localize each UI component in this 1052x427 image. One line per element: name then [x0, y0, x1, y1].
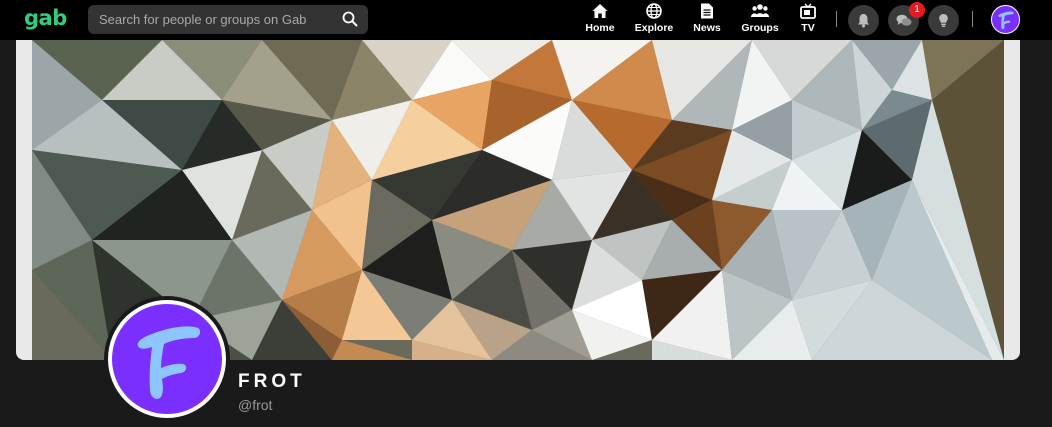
nav-home-label: Home	[585, 22, 615, 34]
avatar-ring	[108, 300, 226, 418]
nav-tv[interactable]: TV	[796, 0, 820, 40]
top-navigation-bar: gab Home Explore News	[0, 0, 1052, 40]
profile-display-name: FROT	[238, 371, 306, 392]
avatar-f-glyph	[137, 326, 201, 399]
nav-divider	[972, 11, 973, 27]
globe-icon	[646, 3, 662, 19]
avatar-image	[112, 304, 222, 414]
lightbulb-icon	[939, 14, 948, 27]
home-icon	[592, 4, 608, 18]
nav-divider	[836, 11, 837, 27]
avatar-f-glyph	[998, 11, 1014, 30]
nav-user-avatar[interactable]	[991, 5, 1020, 34]
nav-news-label: News	[693, 22, 721, 34]
nav-groups-label: Groups	[741, 22, 779, 34]
news-icon	[701, 3, 713, 19]
nav-groups[interactable]: Groups	[740, 0, 780, 40]
bell-icon	[858, 14, 869, 28]
theme-button[interactable]	[928, 5, 959, 36]
profile-handle: @frot	[238, 397, 273, 413]
gab-logo[interactable]: gab	[24, 6, 67, 30]
search-icon[interactable]	[342, 11, 358, 27]
profile-avatar[interactable]	[104, 296, 230, 422]
search-input[interactable]	[88, 5, 339, 34]
nav-news[interactable]: News	[690, 0, 724, 40]
groups-icon	[751, 4, 769, 17]
chat-badge: 1	[909, 2, 925, 18]
nav-explore[interactable]: Explore	[634, 0, 674, 40]
search-box	[88, 5, 368, 34]
chats-button[interactable]: 1	[888, 2, 925, 36]
notifications-button[interactable]	[848, 5, 879, 36]
nav-home[interactable]: Home	[582, 0, 618, 40]
tv-icon	[800, 3, 816, 19]
nav-tv-label: TV	[801, 22, 815, 34]
chat-icon	[896, 14, 912, 26]
nav-explore-label: Explore	[634, 22, 674, 34]
